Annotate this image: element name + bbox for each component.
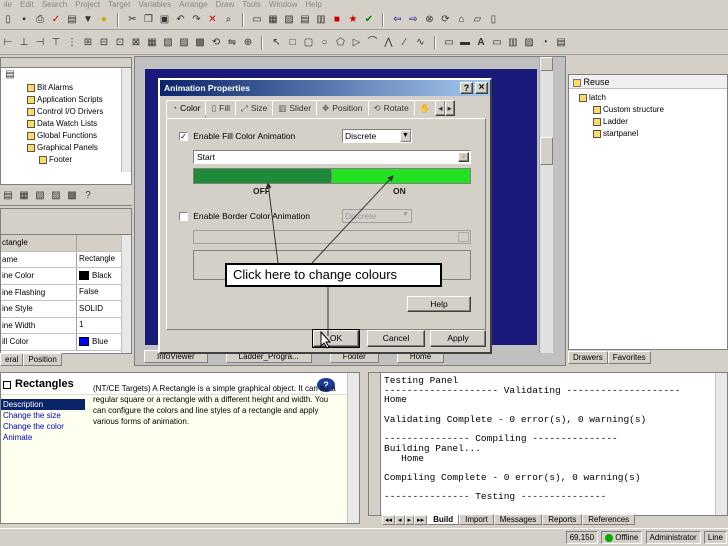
reuse-panel: Reuse latch Custom structure Ladder startpa… bbox=[568, 74, 728, 350]
reuse-item[interactable]: Ladder bbox=[573, 116, 727, 128]
output-scrollbar[interactable] bbox=[715, 373, 727, 515]
reuse-item-label: startpanel bbox=[603, 129, 639, 138]
tab-nav-icon[interactable]: ◂ bbox=[395, 515, 405, 525]
output-window: Testing Panel -------------------- Valida… bbox=[368, 372, 728, 516]
status-bar: 69,150 Offline Administrator Line bbox=[0, 528, 728, 546]
info-link[interactable]: Animate bbox=[1, 432, 85, 443]
tab-nav-icon[interactable]: ▸ bbox=[404, 515, 415, 525]
output-tab[interactable]: References bbox=[582, 514, 636, 525]
tab-nav-icon[interactable]: ▸▸ bbox=[414, 515, 428, 525]
output-line: Building Panel... bbox=[384, 442, 481, 454]
output-line: Validating Complete - 0 error(s), 0 warn… bbox=[384, 413, 647, 425]
info-link[interactable]: Change the color bbox=[1, 421, 85, 432]
reuse-item-label: Ladder bbox=[603, 117, 628, 126]
rectangle-icon bbox=[3, 381, 11, 389]
reuse-tab[interactable]: Drawers bbox=[568, 351, 608, 364]
info-viewer: Rectangles ? Description Change the size C… bbox=[0, 372, 360, 524]
status-cap: Line bbox=[703, 531, 727, 544]
callout-box: Click here to change colours bbox=[225, 263, 442, 287]
info-scrollbar[interactable] bbox=[347, 373, 359, 523]
output-tab[interactable]: Import bbox=[459, 514, 494, 525]
reuse-item[interactable]: latch bbox=[573, 92, 727, 104]
mouse-cursor-icon bbox=[320, 331, 332, 349]
reuse-title: Reuse bbox=[583, 77, 610, 87]
info-body: (NT/CE Targets) A Rectangle is a simple … bbox=[93, 384, 336, 426]
component-icon bbox=[593, 105, 601, 114]
info-title: Rectangles bbox=[15, 378, 74, 390]
reuse-tabs: Drawers Favorites bbox=[568, 351, 728, 365]
tab-nav-icon[interactable]: ◂◂ bbox=[382, 515, 396, 525]
output-line: Compiling Complete - 0 error(s), 0 warni… bbox=[384, 471, 641, 483]
output-line: -------------------- Validating --------… bbox=[384, 384, 681, 396]
output-tabs: ◂◂ ◂ ▸ ▸▸ Build Import Messages Reports Referenc… bbox=[382, 514, 728, 526]
component-icon bbox=[579, 93, 587, 102]
info-link[interactable]: Description bbox=[1, 399, 85, 410]
reuse-item[interactable]: startpanel bbox=[573, 128, 727, 140]
reuse-item-label: latch bbox=[589, 93, 606, 102]
output-line: Home bbox=[384, 394, 407, 406]
output-line: --------------- Testing --------------- bbox=[384, 491, 607, 503]
status-coords: 69,150 bbox=[565, 531, 599, 544]
reuse-item[interactable]: Custom structure bbox=[573, 104, 727, 116]
status-mode: Offline bbox=[601, 531, 643, 544]
reuse-tab[interactable]: Favorites bbox=[607, 351, 651, 364]
status-user: Administrator bbox=[645, 531, 701, 544]
output-tab[interactable]: Reports bbox=[542, 514, 583, 525]
folder-icon bbox=[573, 78, 581, 87]
reuse-item-label: Custom structure bbox=[603, 105, 664, 114]
reuse-header-strip bbox=[568, 57, 728, 67]
status-light-icon bbox=[605, 533, 614, 542]
output-line: Home bbox=[384, 452, 424, 464]
info-link[interactable]: Change the size bbox=[1, 410, 85, 421]
component-icon bbox=[593, 129, 601, 138]
component-icon bbox=[593, 117, 601, 126]
output-tab[interactable]: Messages bbox=[493, 514, 543, 525]
output-tab[interactable]: Build bbox=[427, 514, 460, 525]
